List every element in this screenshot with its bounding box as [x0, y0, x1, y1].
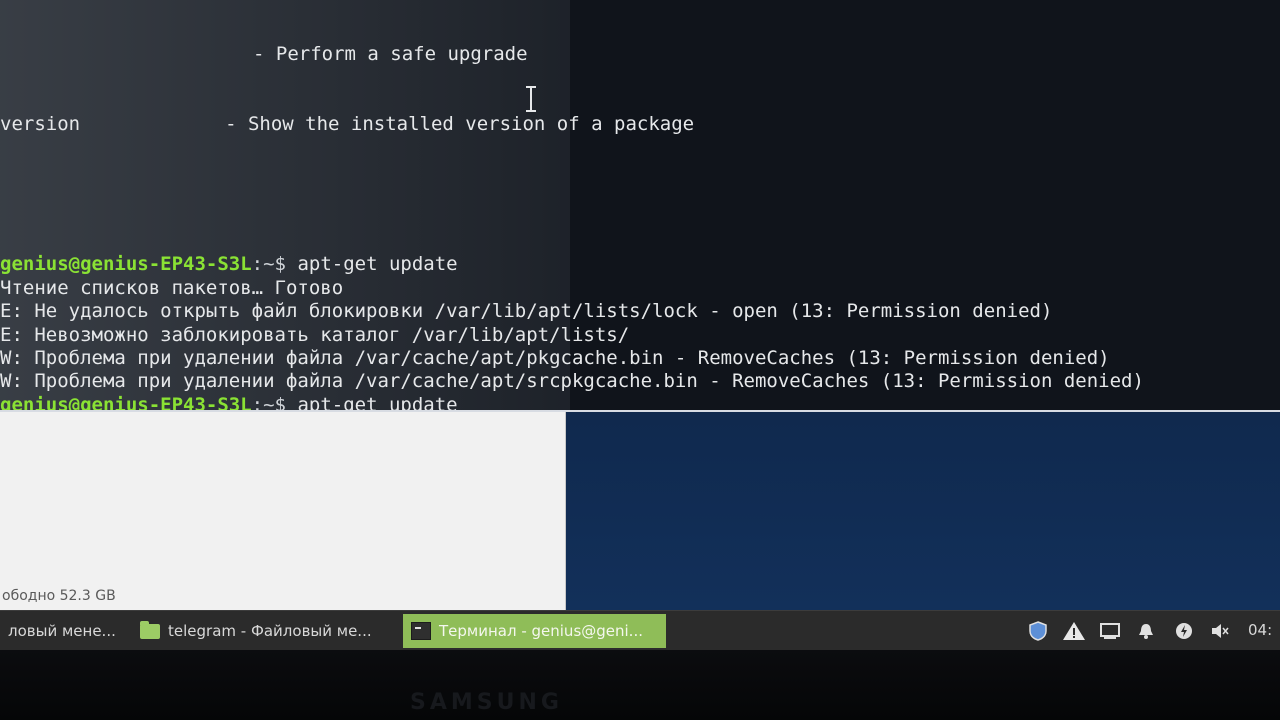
- power-icon[interactable]: [1172, 619, 1196, 643]
- taskbar: ловый мене... telegram - Файловый ме... …: [0, 610, 1280, 651]
- prompt-user: genius@genius-EP43-S3L: [0, 253, 252, 276]
- monitor-bezel: [0, 650, 1280, 720]
- bell-icon[interactable]: [1134, 619, 1158, 643]
- prompt-path: :~$: [251, 253, 286, 276]
- taskbar-item-terminal[interactable]: Терминал - genius@geni...: [403, 614, 666, 648]
- task-label: ловый мене...: [8, 622, 116, 640]
- free-space-status: ободно 52.3 GB: [2, 588, 116, 604]
- system-tray: [1026, 611, 1232, 651]
- terminal-icon: [411, 622, 431, 640]
- terminal-window[interactable]: - Perform a safe upgrade version - Show t…: [0, 0, 1280, 412]
- terminal-output[interactable]: - Perform a safe upgrade version - Show t…: [0, 0, 1280, 412]
- output-line: E: Не удалось открыть файл блокировки /v…: [0, 300, 1280, 323]
- output-line: W: Проблема при удалении файла /var/cach…: [0, 370, 1280, 393]
- command-text: apt-get update: [286, 393, 458, 412]
- prompt-line: genius@genius-EP43-S3L:~$ apt-get update: [0, 393, 1280, 412]
- output-text: W: Проблема при удалении файла /var/cach…: [0, 370, 1144, 393]
- output-text: E: Невозможно заблокировать каталог /var…: [0, 323, 630, 346]
- warning-icon[interactable]: [1062, 619, 1086, 643]
- monitor-brand-logo: SAMSUNG: [410, 690, 563, 715]
- output-line: W: Проблема при удалении файла /var/cach…: [0, 347, 1280, 370]
- task-label: telegram - Файловый ме...: [168, 622, 372, 640]
- output-text: Чтение списков пакетов… Готово: [0, 276, 344, 299]
- screen-icon[interactable]: [1098, 619, 1122, 643]
- output-text: E: Не удалось открыть файл блокировки /v…: [0, 300, 1053, 323]
- prompt-user: genius@genius-EP43-S3L: [0, 393, 252, 412]
- taskbar-item-file-manager[interactable]: ловый мене...: [0, 614, 130, 648]
- file-manager-window[interactable]: ободно 52.3 GB: [0, 405, 566, 610]
- task-label: Терминал - genius@geni...: [439, 622, 643, 640]
- output-text: W: Проблема при удалении файла /var/cach…: [0, 346, 1110, 369]
- output-line: E: Невозможно заблокировать каталог /var…: [0, 324, 1280, 347]
- output-line: Чтение списков пакетов… Готово: [0, 277, 1280, 300]
- folder-icon: [140, 620, 160, 639]
- prompt-path: :~$: [251, 393, 286, 412]
- shield-icon[interactable]: [1026, 619, 1050, 643]
- taskbar-item-telegram-folder[interactable]: telegram - Файловый ме...: [132, 614, 400, 648]
- volume-icon[interactable]: [1208, 619, 1232, 643]
- help-line: - Perform a safe upgrade: [253, 42, 528, 65]
- text-cursor-icon: [526, 86, 536, 112]
- prompt-line: genius@genius-EP43-S3L:~$ apt-get update: [0, 253, 1280, 276]
- clock[interactable]: 04:: [1248, 621, 1272, 639]
- command-text: apt-get update: [286, 253, 458, 276]
- help-line: version - Show the installed version of a…: [0, 113, 695, 136]
